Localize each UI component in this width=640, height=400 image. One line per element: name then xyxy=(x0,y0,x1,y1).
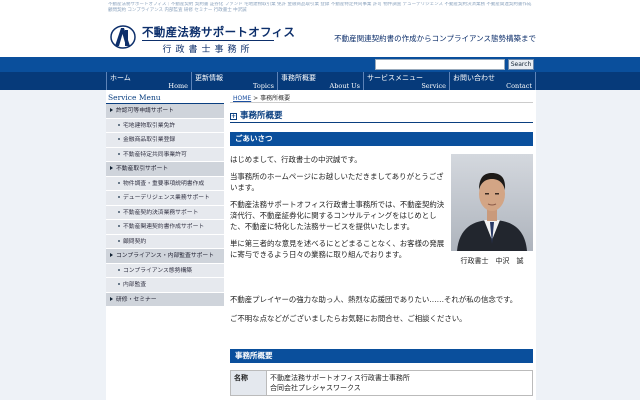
sidebar-list: 許認可等申請サポート宅地建物取引業免許 金融商品取引業登録不動産特定共同事業許可不… xyxy=(106,104,224,307)
sidebar-item[interactable]: 不動産関連契約書作成サポート xyxy=(106,220,224,235)
breadcrumb-home-link[interactable]: HOME xyxy=(233,95,251,102)
table-value-line: 合同会社プレシャスワークス xyxy=(270,384,361,392)
nav-label-en: Service xyxy=(421,82,446,90)
sidebar-item-label: デューデリジェンス業務サポート xyxy=(123,195,210,201)
sidebar-item[interactable]: 金融商品取引業登録 xyxy=(106,133,224,148)
nav-label: 事務所概要 xyxy=(281,74,316,82)
logo-icon[interactable] xyxy=(110,24,136,50)
bullet-icon xyxy=(118,268,120,271)
greeting-text: はじめまして、行政書士の中沢誠です。 当事務所のホームページにお越しいただきまし… xyxy=(230,154,445,266)
bullet-icon xyxy=(118,196,120,198)
greeting-paragraph: 単に第三者的な意見を述べるにとどまることなく、お客様の発展に寄与できるよう日々の… xyxy=(230,239,445,259)
greeting-paragraph: ご不明な点などがございましたらお気軽にお問合せ、ご相談ください。 xyxy=(230,314,467,323)
photo-caption: 行政書士 中沢 誠 xyxy=(460,257,524,265)
sidebar-item[interactable]: 不動産契約決済業務サポート xyxy=(106,205,224,220)
table-row: 名称 不動産法務サポートオフィス行政書士事務所 合同会社プレシャスワークス xyxy=(230,370,533,396)
sidebar-item-label: 研修・セミナー xyxy=(116,296,157,303)
page-title: + 事務所概要 xyxy=(230,110,533,123)
triangle-right-icon xyxy=(110,108,113,112)
header-tagline: 不動産関連契約書の作成からコンプライアンス態勢構築まで xyxy=(334,34,536,43)
sidebar-item[interactable]: 研修・セミナー xyxy=(106,292,224,307)
left-background xyxy=(0,90,106,400)
sidebar-item-label: コンプライアンス・内部監査サポート xyxy=(116,253,215,259)
nav-contact[interactable]: お問い合わせ Contact xyxy=(450,72,536,90)
breadcrumb: HOME > 事務所概要 xyxy=(230,93,533,103)
nav-label: サービスメニュー xyxy=(367,74,423,82)
sidebar-item[interactable]: コンプライアンス態勢構築 xyxy=(106,263,224,278)
bullet-icon xyxy=(118,181,120,184)
sidebar-item[interactable]: デューデリジェンス業務サポート xyxy=(106,191,224,206)
greeting-section: はじめまして、行政書士の中沢誠です。 当事務所のホームページにお越しいただきまし… xyxy=(230,154,533,324)
nav-label-en: Topics xyxy=(253,82,274,90)
table-value-line: 不動産法務サポートオフィス行政書士事務所 xyxy=(270,374,410,382)
breadcrumb-separator: > xyxy=(253,95,259,102)
table-value: 不動産法務サポートオフィス行政書士事務所 合同会社プレシャスワークス xyxy=(266,370,533,396)
greeting-paragraph: はじめまして、行政書士の中沢誠です。 xyxy=(230,155,362,164)
sidebar-item-label: 不動産特定共同事業許可 xyxy=(123,151,187,158)
sidebar-item-label: 物件調査・重要事項説明書作成 xyxy=(123,180,205,187)
top-band xyxy=(0,57,640,72)
sidebar-item-label: 金融商品取引業登録 xyxy=(123,137,176,143)
nav-label: ホーム xyxy=(110,74,131,82)
bullet-icon xyxy=(118,283,120,285)
sidebar-item[interactable]: 内部監査 xyxy=(106,278,224,293)
logo-title[interactable]: 不動産法務サポートオフィス xyxy=(142,24,295,40)
nav-label-en: About Us xyxy=(329,82,360,90)
sidebar-item[interactable]: 顧問契約 xyxy=(106,234,224,249)
greeting-paragraph: 不動産法務サポートオフィス行政書士事務所では、不動産契約決済代行、不動産証券化に… xyxy=(230,200,445,231)
sidebar-item-label: 不動産取引サポート xyxy=(116,166,169,172)
bullet-icon xyxy=(118,239,120,242)
bullet-icon xyxy=(118,210,120,213)
overview-heading: 事務所概要 xyxy=(230,349,533,363)
sidebar-item-label: 宅地建物取引業免許 xyxy=(123,122,176,129)
sidebar-item[interactable]: 許認可等申請サポート xyxy=(106,104,224,119)
sidebar-item[interactable]: 宅地建物取引業免許 xyxy=(106,118,224,133)
nav-service[interactable]: サービスメニュー Service xyxy=(364,72,450,90)
logo-subtitle: 行政書士事務所 xyxy=(142,40,274,55)
sidebar-item[interactable]: コンプライアンス・内部監査サポート xyxy=(106,249,224,264)
sidebar-item-label: 内部監査 xyxy=(123,282,147,288)
nav-label: お問い合わせ xyxy=(453,74,495,82)
main-content: HOME > 事務所概要 + 事務所概要 ごあいさつ はじめまして、行政書士の中沢… xyxy=(230,93,533,324)
plus-icon: + xyxy=(230,113,237,120)
triangle-right-icon xyxy=(110,253,113,257)
nav-topics[interactable]: 更新情報 Topics xyxy=(192,72,278,90)
sidebar-item[interactable]: 不動産取引サポート xyxy=(106,162,224,177)
search-input[interactable] xyxy=(375,59,505,70)
bullet-icon xyxy=(118,123,120,126)
sidebar-item[interactable]: 不動産特定共同事業許可 xyxy=(106,147,224,162)
greeting-closing: 不動産プレイヤーの強力な助っ人、熱烈な応援団でありたい……それが私の信念です。 … xyxy=(230,294,533,332)
sidebar-item[interactable]: 物件調査・重要事項説明書作成 xyxy=(106,176,224,191)
bullet-icon xyxy=(118,225,120,227)
overview-table: 名称 不動産法務サポートオフィス行政書士事務所 合同会社プレシャスワークス xyxy=(230,370,533,396)
search-button[interactable]: Search xyxy=(508,59,534,70)
breadcrumb-current: 事務所概要 xyxy=(260,95,291,102)
sidebar-title: Service Menu xyxy=(106,93,224,104)
table-label: 名称 xyxy=(230,370,267,396)
sidebar-item-label: 許認可等申請サポート xyxy=(116,108,174,114)
sidebar-item-label: 不動産契約決済業務サポート xyxy=(123,209,199,216)
triangle-right-icon xyxy=(110,296,113,301)
right-background xyxy=(536,90,640,400)
greeting-paragraph: 当事務所のホームページにお越しいただきましてありがとうございます。 xyxy=(230,172,444,192)
nav-label-en: Home xyxy=(168,82,188,90)
sidebar-item-label: 顧問契約 xyxy=(123,238,147,245)
portrait-image-icon xyxy=(451,154,533,251)
sidebar: Service Menu 許認可等申請サポート宅地建物取引業免許 金融商品取引業登… xyxy=(106,93,224,307)
greeting-paragraph: 不動産プレイヤーの強力な助っ人、熱烈な応援団でありたい……それが私の信念です。 xyxy=(230,295,518,304)
triangle-right-icon xyxy=(110,166,113,170)
nav-about-us[interactable]: 事務所概要 About Us xyxy=(278,72,364,90)
sidebar-item-label: コンプライアンス態勢構築 xyxy=(123,267,193,274)
nav-label: 更新情報 xyxy=(195,74,223,82)
greeting-heading: ごあいさつ xyxy=(230,132,533,146)
nav-home[interactable]: ホーム Home xyxy=(106,72,192,90)
header-tiny-text: 不動産法務サポートオフィス｜不動産契約 契約書 証券化 ファンド 宅地建物取引業… xyxy=(108,2,532,13)
nav-label-en: Contact xyxy=(506,82,532,90)
sidebar-item-label: 不動産関連契約書作成サポート xyxy=(123,224,205,230)
bullet-icon xyxy=(118,138,120,140)
bullet-icon xyxy=(118,152,120,155)
portrait-photo xyxy=(451,154,533,251)
main-nav: ホーム Home 更新情報 Topics 事務所概要 About Us サービス… xyxy=(0,72,640,90)
page-title-text: 事務所概要 xyxy=(240,111,283,121)
